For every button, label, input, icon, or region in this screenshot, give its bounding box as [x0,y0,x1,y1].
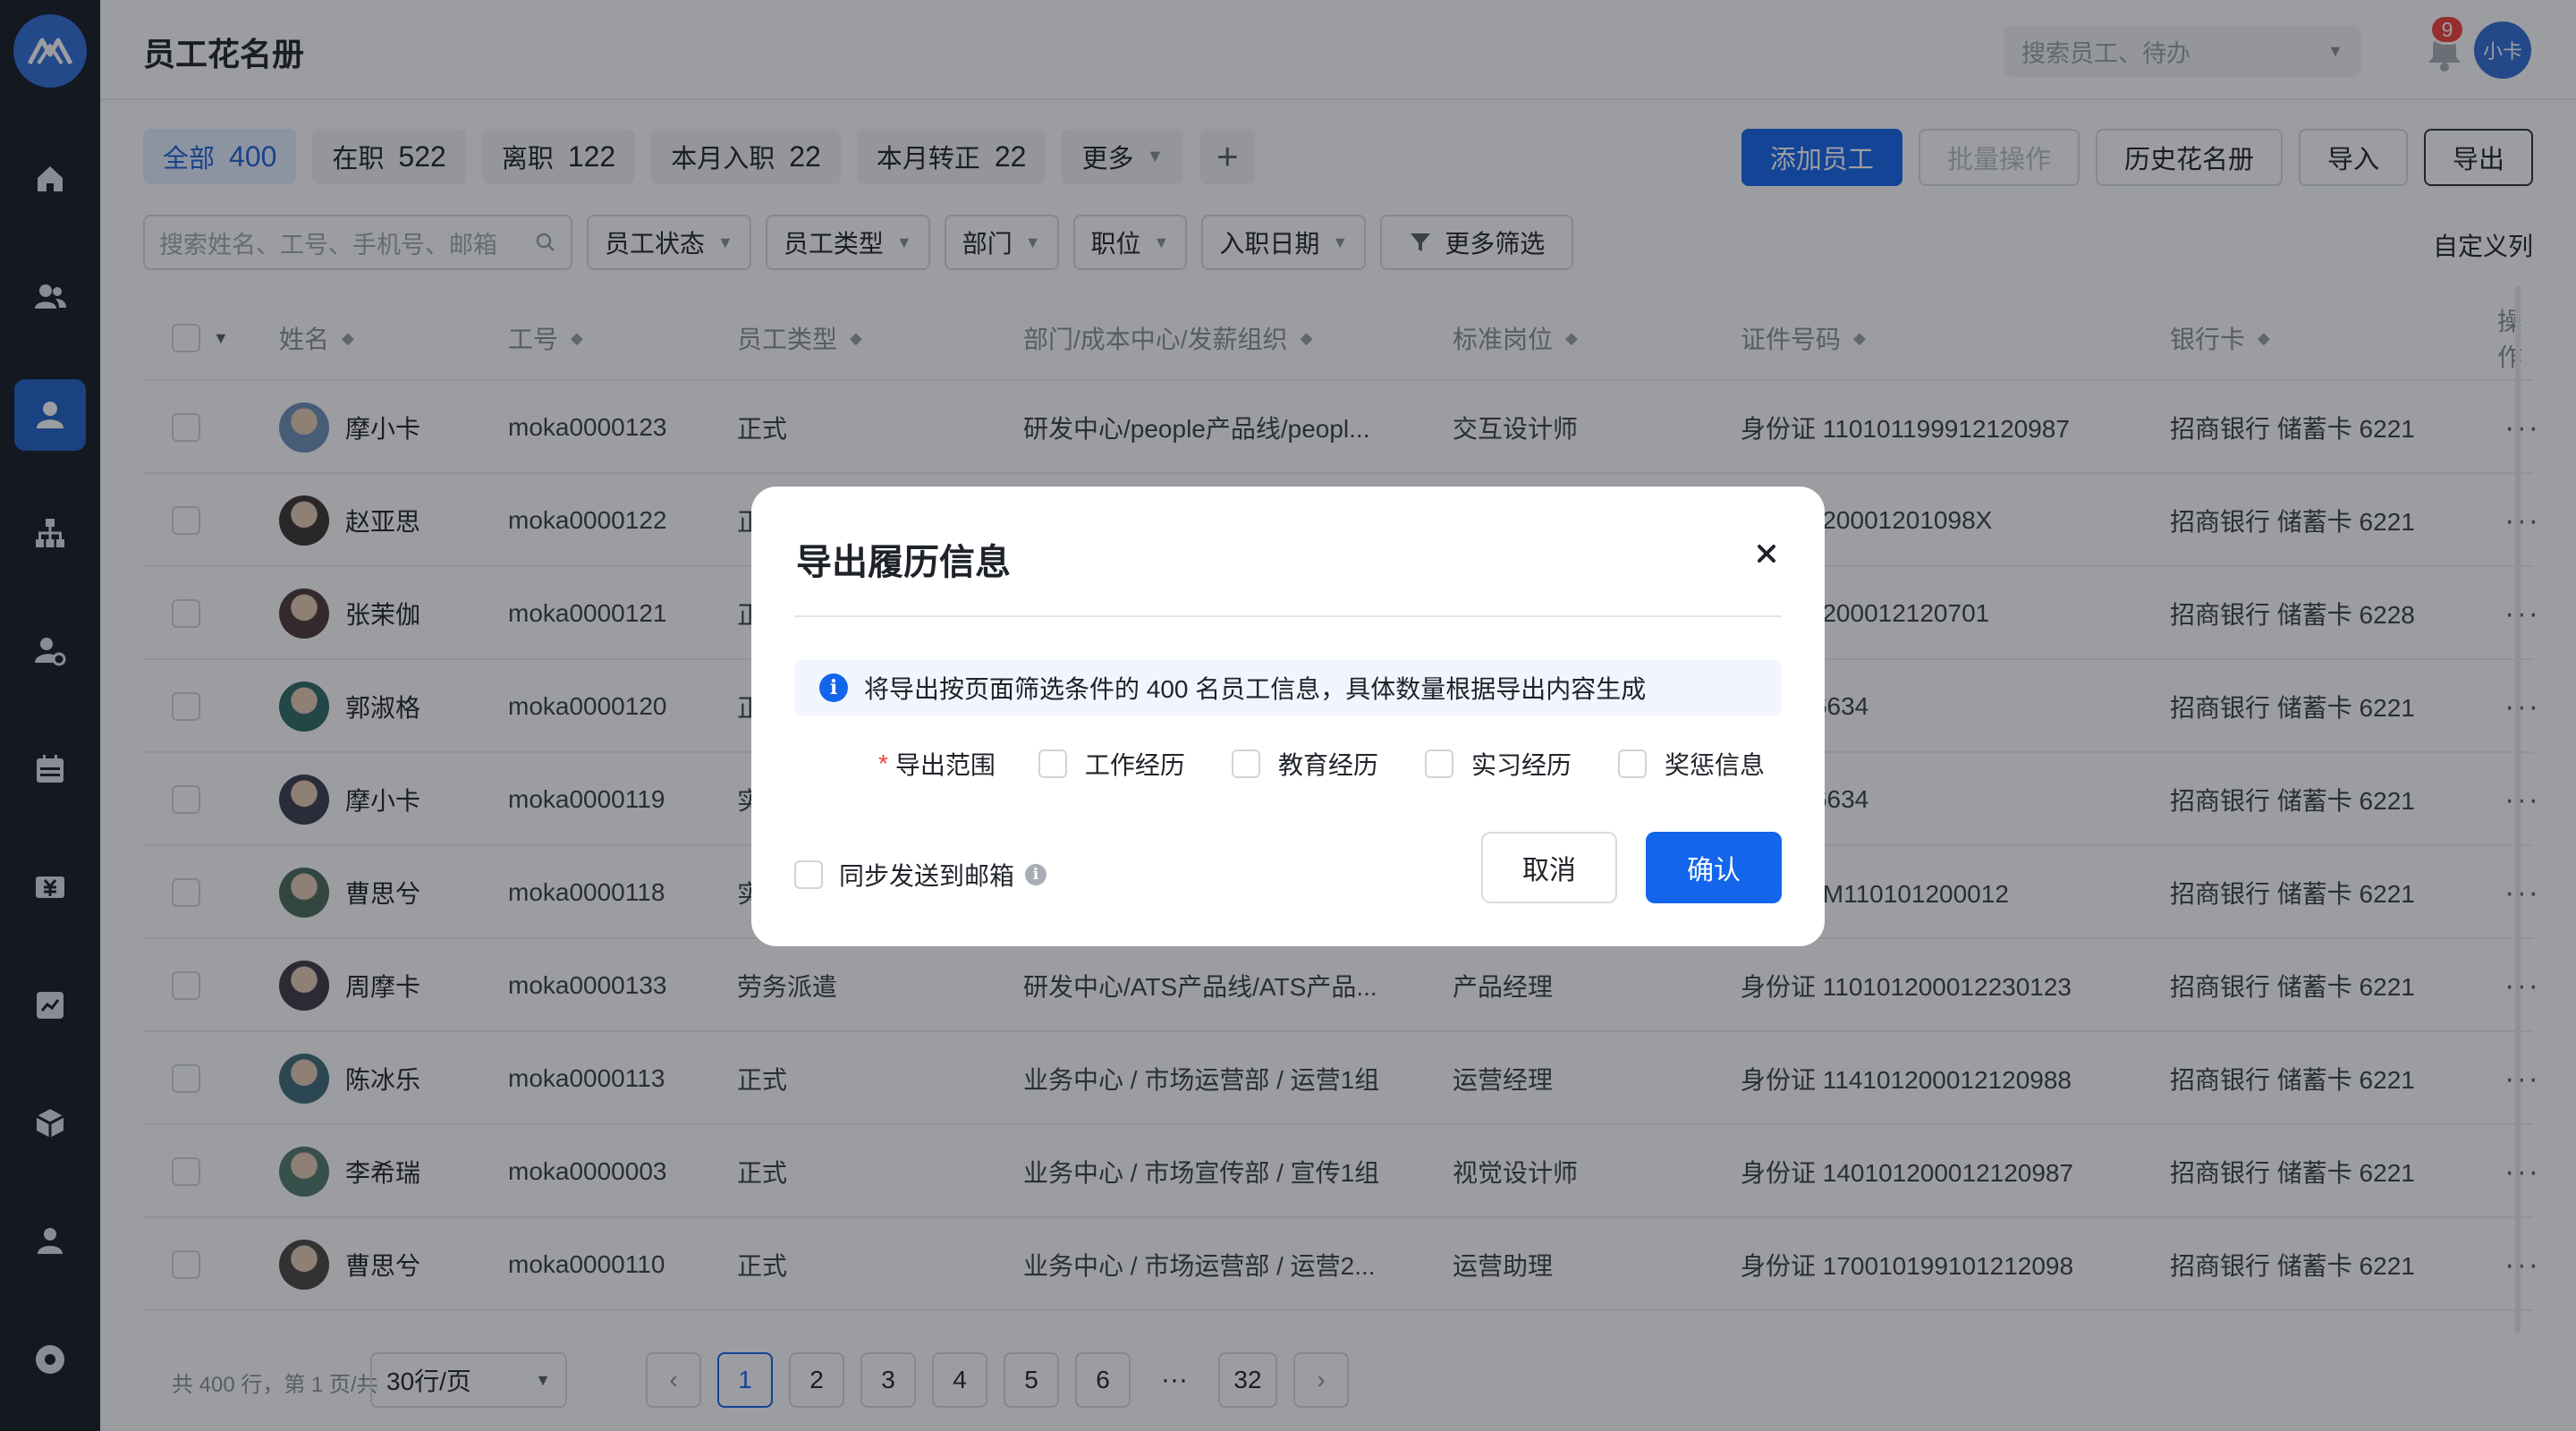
checkbox[interactable] [1424,749,1453,778]
option-education[interactable]: 教育经历 [1231,746,1378,782]
close-icon[interactable] [1751,538,1782,569]
info-icon: i [819,673,848,702]
export-range-group: * 导出范围 工作经历 教育经历 实习经历 奖惩信息 [878,742,1765,785]
dialog-divider [794,615,1782,617]
required-mark: * [878,749,888,777]
checkbox[interactable] [1617,749,1647,778]
checkbox[interactable] [1231,749,1260,778]
sync-email-option[interactable]: 同步发送到邮箱 i [794,848,1047,902]
checkbox[interactable] [1038,749,1067,778]
dialog-title: 导出履历信息 [796,543,1011,582]
checkbox[interactable] [794,860,823,889]
confirm-button[interactable]: 确认 [1646,832,1782,903]
export-resume-dialog: 导出履历信息 i 将导出按页面筛选条件的 400 名员工信息，具体数量根据导出内… [751,487,1825,946]
info-icon[interactable]: i [1025,864,1047,885]
export-range-label: 导出范围 [894,751,996,779]
cancel-button[interactable]: 取消 [1481,832,1617,903]
option-work-experience[interactable]: 工作经历 [1038,746,1185,782]
option-internship[interactable]: 实习经历 [1424,746,1572,782]
option-rewards-penalties[interactable]: 奖惩信息 [1617,746,1765,782]
export-notice: i 将导出按页面筛选条件的 400 名员工信息，具体数量根据导出内容生成 [794,660,1782,716]
